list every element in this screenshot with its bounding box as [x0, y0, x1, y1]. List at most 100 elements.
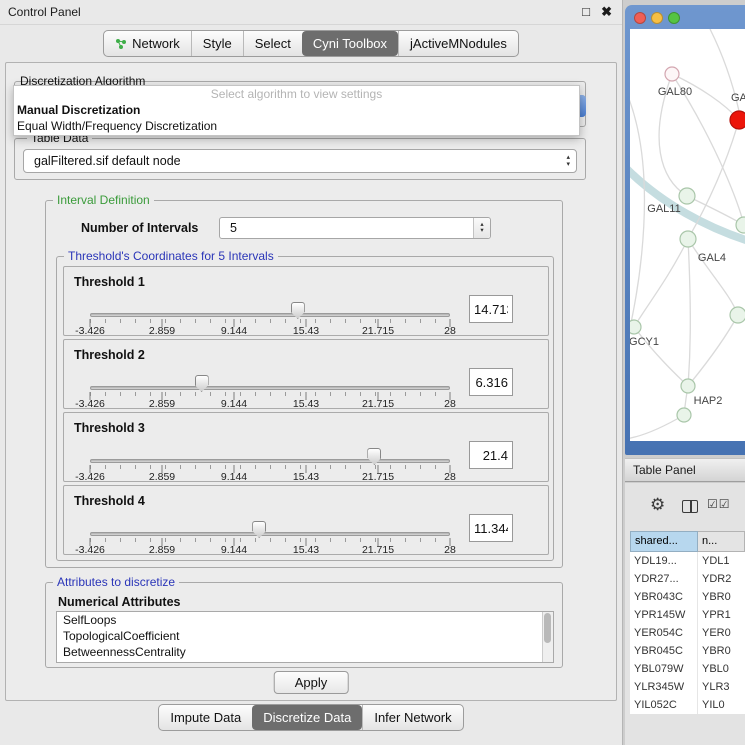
bottom-tabbar: Impute Data Discretize Data Infer Networ…: [0, 704, 622, 731]
dropdown-option-equal-width-frequency[interactable]: Equal Width/Frequency Discretization: [14, 118, 579, 134]
table-cell: YIL0: [698, 696, 745, 714]
column-header-name[interactable]: n...: [698, 531, 745, 552]
threshold-value-field[interactable]: [469, 514, 513, 542]
table-rows: YDL19...YDL1YDR27...YDR2YBR043CYBR0YPR14…: [630, 552, 745, 714]
network-node[interactable]: [630, 320, 641, 334]
slider-track[interactable]: [90, 386, 450, 390]
tab-label: Impute Data: [170, 710, 241, 725]
threshold-value-field[interactable]: [469, 441, 513, 469]
zoom-button[interactable]: [668, 12, 680, 24]
apply-button[interactable]: Apply: [274, 671, 349, 694]
bottom-tabstrip: Impute Data Discretize Data Infer Networ…: [158, 704, 463, 731]
screen: Control Panel □ ✖ Network Style Select C…: [0, 0, 745, 745]
network-icon: [115, 38, 127, 50]
spinner-arrows-icon[interactable]: ▴▾: [473, 218, 490, 238]
tab-impute-data[interactable]: Impute Data: [159, 705, 252, 730]
attributes-group-title: Attributes to discretize: [53, 575, 179, 589]
tab-label: Style: [203, 36, 232, 51]
attributes-group: Attributes to discretize Numerical Attri…: [45, 582, 563, 668]
table-row[interactable]: YBR043CYBR0: [630, 588, 745, 606]
slider-track[interactable]: [90, 459, 450, 463]
threshold-slider[interactable]: -3.4262.8599.14415.4321.71528: [90, 486, 450, 556]
tab-style[interactable]: Style: [191, 31, 243, 56]
threshold-value-field[interactable]: [469, 368, 513, 396]
threshold-slider[interactable]: -3.4262.8599.14415.4321.71528: [90, 340, 450, 410]
node-label: GAL11: [647, 203, 680, 215]
tab-network[interactable]: Network: [104, 31, 191, 56]
threshold-slider[interactable]: -3.4262.8599.14415.4321.71528: [90, 267, 450, 337]
table-panel: ⚙ ☑☑ shared... n... YDL19...YDL1YDR27...…: [625, 483, 745, 745]
close-icon[interactable]: ✖: [601, 4, 612, 20]
panel-title: Control Panel: [8, 5, 81, 19]
network-node[interactable]: [681, 379, 695, 393]
table-row[interactable]: YER054CYER0: [630, 624, 745, 642]
network-node[interactable]: [665, 67, 679, 81]
network-node[interactable]: [730, 307, 745, 323]
scrollbar-thumb[interactable]: [544, 613, 551, 643]
table-row[interactable]: YDL19...YDL1: [630, 552, 745, 570]
network-node-red[interactable]: [730, 111, 745, 129]
network-node[interactable]: [680, 231, 696, 247]
network-view-window: GAL80 GAL11 GAL4 GCY1 HAP2 GA: [625, 5, 745, 455]
table-row[interactable]: YPR145WYPR1: [630, 606, 745, 624]
top-tabbar: Network Style Select Cyni Toolbox jActiv…: [0, 30, 622, 57]
attribute-items: SelfLoopsTopologicalCoefficientBetweenne…: [57, 612, 553, 660]
tab-select[interactable]: Select: [243, 31, 302, 56]
numerical-attributes-list[interactable]: SelfLoopsTopologicalCoefficientBetweenne…: [56, 611, 554, 663]
node-label: HAP2: [694, 395, 723, 407]
attribute-list-item[interactable]: TopologicalCoefficient: [57, 628, 553, 644]
float-window-icon[interactable]: □: [582, 4, 590, 19]
network-node[interactable]: [677, 408, 691, 422]
slider-track[interactable]: [90, 532, 450, 536]
scale-label: 2.859: [149, 398, 175, 410]
table-row[interactable]: YLR345WYLR3: [630, 678, 745, 696]
control-panel-titlebar: Control Panel □ ✖: [0, 0, 622, 25]
column-header-shared-name[interactable]: shared...: [630, 531, 698, 552]
tab-label: Infer Network: [374, 710, 451, 725]
table-data-combobox[interactable]: galFiltered.sif default node ▴▾: [23, 149, 577, 173]
combo-arrows-icon: ▴▾: [566, 154, 570, 168]
list-scrollbar[interactable]: [542, 612, 553, 662]
dropdown-option-manual-discretization[interactable]: Manual Discretization: [14, 102, 579, 118]
table-row[interactable]: YBL079WYBL0: [630, 660, 745, 678]
slider-track[interactable]: [90, 313, 450, 317]
table-cell: YDR27...: [630, 570, 698, 588]
scale-label: 28: [444, 544, 456, 556]
node-label-truncated: GA: [731, 92, 745, 104]
tab-cyni-toolbox[interactable]: Cyni Toolbox: [302, 31, 398, 56]
number-of-intervals-spinner[interactable]: 5 ▴▾: [219, 217, 491, 239]
network-node[interactable]: [679, 188, 695, 204]
table-row[interactable]: YDR27...YDR2: [630, 570, 745, 588]
network-node[interactable]: [736, 217, 745, 233]
settings-gear-icon[interactable]: ⚙: [650, 495, 665, 515]
table-row[interactable]: YIL052CYIL0: [630, 696, 745, 714]
thresholds-group: Threshold's Coordinates for 5 Intervals …: [56, 256, 554, 561]
tab-label: Cyni Toolbox: [313, 36, 387, 51]
attribute-list-item[interactable]: BetweennessCentrality: [57, 644, 553, 660]
window-controls: [634, 12, 680, 24]
close-button[interactable]: [634, 12, 646, 24]
threshold-value-field[interactable]: [469, 295, 513, 323]
tab-discretize-data[interactable]: Discretize Data: [252, 705, 362, 730]
tab-infer-network[interactable]: Infer Network: [362, 705, 462, 730]
minimize-button[interactable]: [651, 12, 663, 24]
control-panel: Control Panel □ ✖ Network Style Select C…: [0, 0, 623, 745]
tab-label: Discretize Data: [263, 710, 351, 725]
table-row[interactable]: YBR045CYBR0: [630, 642, 745, 660]
node-label: GAL4: [698, 252, 726, 264]
threshold-slider[interactable]: -3.4262.8599.14415.4321.71528: [90, 413, 450, 483]
attribute-list-item[interactable]: SelfLoops: [57, 612, 553, 628]
scale-label: 28: [444, 398, 456, 410]
table-cell: YPR145W: [630, 606, 698, 624]
columns-icon[interactable]: [682, 500, 698, 513]
tab-jactivemnodules[interactable]: jActiveMNodules: [398, 31, 518, 56]
numerical-attributes-label: Numerical Attributes: [58, 595, 180, 609]
scale-label: 28: [444, 325, 456, 337]
network-canvas[interactable]: GAL80 GAL11 GAL4 GCY1 HAP2 GA: [630, 29, 745, 441]
scale-label: 9.144: [221, 544, 247, 556]
thresholds-group-title: Threshold's Coordinates for 5 Intervals: [64, 249, 278, 263]
interval-definition-title: Interval Definition: [53, 193, 154, 207]
table-cell: YBL079W: [630, 660, 698, 678]
scale-label: 21.715: [362, 471, 394, 483]
checkbox-icons[interactable]: ☑☑: [707, 497, 731, 511]
